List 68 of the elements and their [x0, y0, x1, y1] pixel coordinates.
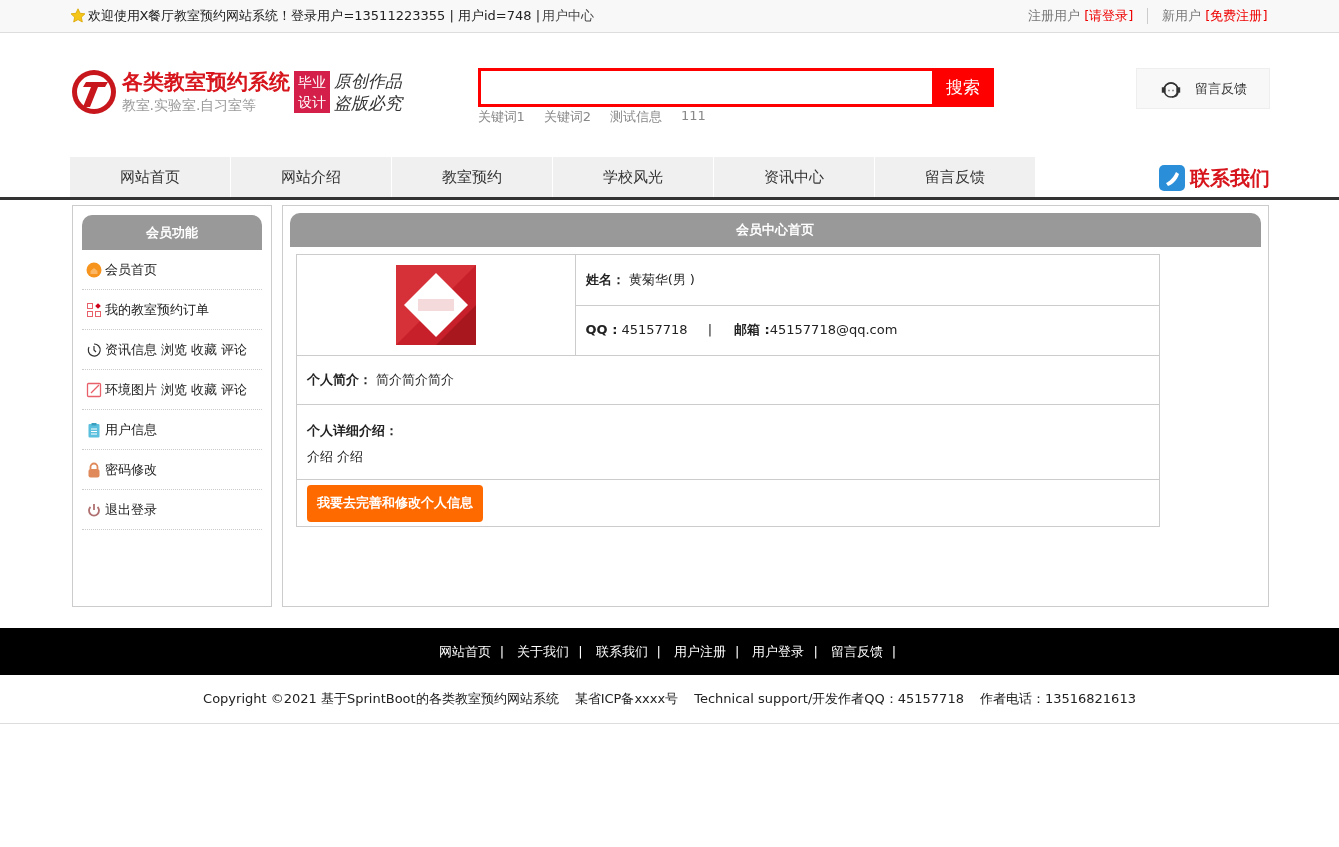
- edit-icon: [85, 381, 102, 398]
- email-label: 邮箱 :: [734, 322, 770, 338]
- detail-label: 个人详细介绍：: [306, 423, 398, 438]
- register-link[interactable]: [免费注册]: [1205, 7, 1268, 25]
- slogan-text: 盗版必究: [333, 92, 402, 114]
- copyright-text: 作者电话：13516821613: [979, 690, 1136, 708]
- logo-title: 各类教室预约系统: [121, 69, 290, 95]
- separator: |: [891, 644, 897, 659]
- sidebar-item[interactable]: 会员首页: [81, 250, 262, 290]
- power-icon: [85, 501, 102, 518]
- sidebar-item[interactable]: 用户信息: [81, 410, 262, 450]
- separator: |: [578, 644, 583, 659]
- search-field[interactable]: [477, 68, 932, 107]
- keyword-link[interactable]: 测试信息: [610, 108, 663, 126]
- nav-item[interactable]: 教室预约: [391, 157, 552, 197]
- separator: |: [813, 644, 818, 659]
- intro-label: 个人简介：: [306, 372, 372, 387]
- nav-item[interactable]: 留言反馈: [874, 157, 1035, 197]
- search-button[interactable]: 搜索: [931, 68, 994, 107]
- sidebar-item[interactable]: 我的教室预约订单: [81, 290, 262, 330]
- sidebar-item[interactable]: 资讯信息 浏览 收藏 评论: [81, 330, 262, 370]
- separator: |: [656, 644, 661, 659]
- sidebar-item[interactable]: 环境图片 浏览 收藏 评论: [81, 370, 262, 410]
- welcome-text: 欢迎使用X餐厅教室预约网站系统！登录用户=13511223355 | 用户id=748 |: [87, 7, 540, 25]
- footer-link[interactable]: 关于我们: [517, 642, 570, 661]
- email-value: 45157718@qq.com: [769, 322, 898, 338]
- contact-us-text: 联系我们: [1189, 164, 1270, 192]
- footer-link[interactable]: 联系我们: [595, 642, 648, 661]
- feedback-button[interactable]: 留言反馈: [1135, 68, 1270, 109]
- keyword-link[interactable]: 111: [681, 108, 706, 126]
- login-prompt: 注册用户: [1028, 7, 1081, 25]
- nav-item[interactable]: 学校风光: [552, 157, 713, 197]
- qq-value: 45157718: [621, 322, 688, 338]
- sidebar-item[interactable]: 密码修改: [81, 450, 262, 490]
- qq-label: QQ :: [585, 322, 618, 338]
- sidebar-item[interactable]: 退出登录: [81, 490, 262, 530]
- separator: |: [499, 644, 505, 659]
- sidebar-title: 会员功能: [81, 215, 262, 250]
- keyword-link[interactable]: 关键词2: [543, 108, 592, 126]
- footer-link[interactable]: 用户注册: [674, 642, 726, 661]
- footer-link[interactable]: 用户登录: [752, 642, 805, 661]
- keyword-link[interactable]: 关键词1: [477, 108, 525, 126]
- login-link[interactable]: [请登录]: [1084, 7, 1134, 25]
- name-value: 黄菊华(男 ): [628, 271, 695, 287]
- badge: 毕业 设计: [293, 71, 330, 113]
- logo-subtitle: 教室.实验室.自习室等: [121, 96, 258, 115]
- home-icon: [85, 261, 102, 278]
- grid-icon: [85, 301, 102, 318]
- logo-icon: [69, 68, 118, 116]
- user-center-link[interactable]: 用户中心: [542, 7, 594, 25]
- separator: |: [735, 644, 740, 659]
- star-icon: [69, 8, 86, 24]
- separator: |: [707, 322, 713, 338]
- panel-title: 会员中心首页: [289, 213, 1261, 247]
- footer-link[interactable]: 网站首页: [438, 642, 491, 661]
- register-prompt: 新用户: [1162, 7, 1202, 25]
- slogan-text: 原创作品: [333, 70, 402, 92]
- footer-link[interactable]: 留言反馈: [830, 642, 883, 661]
- detail-value: 介绍 介绍: [306, 448, 364, 466]
- copyright-text: Technical support/开发作者QQ：45157718: [694, 690, 964, 708]
- intro-value: 简介简介简介: [375, 372, 454, 387]
- clock-icon: [85, 341, 102, 358]
- copyright-text: Copyright ©2021 基于SprintBoot的各类教室预约网站系统: [203, 690, 559, 708]
- name-label: 姓名：: [585, 271, 625, 287]
- nav-item[interactable]: 资讯中心: [713, 157, 874, 197]
- nav-item[interactable]: 网站首页: [69, 157, 230, 197]
- nav-item[interactable]: 网站介绍: [230, 157, 391, 197]
- copyright-text: 某省ICP备xxxx号: [574, 690, 679, 708]
